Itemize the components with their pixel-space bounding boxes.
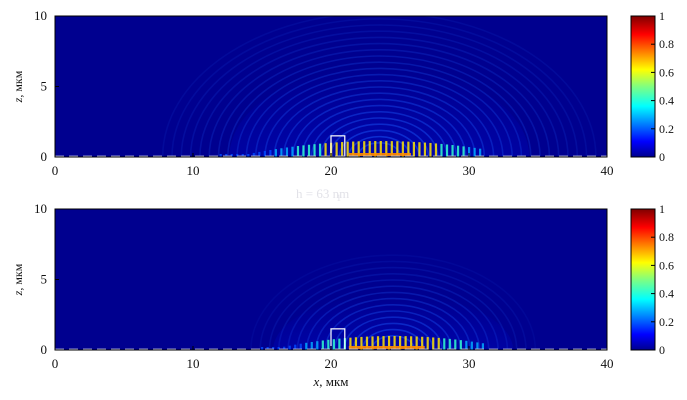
surface-hotspot — [348, 346, 425, 349]
surface-fringe — [327, 339, 330, 350]
surface-fringe — [332, 339, 335, 350]
colorbar-tick-label: 1 — [659, 9, 665, 23]
surface-fringe — [423, 142, 427, 157]
y-axis-label: z, мкм — [11, 263, 25, 296]
surface-fringe — [335, 142, 338, 157]
colorbar-tick-label: 0.6 — [659, 258, 674, 272]
colorbar-tick-label: 0.4 — [659, 287, 674, 301]
annotation-text: h = 63 nm — [296, 186, 349, 201]
colorbar-tick-label: 0.8 — [659, 37, 674, 51]
surface-fringe — [302, 145, 305, 157]
colorbar-tick-label: 0 — [659, 343, 665, 357]
surface-fringe — [285, 147, 289, 157]
surface-fringe — [341, 142, 344, 157]
surface-fringe — [324, 143, 327, 157]
colorbar-tick-label: 0.2 — [659, 122, 674, 136]
surface-fringe — [318, 143, 322, 157]
surface-fringe — [429, 142, 432, 157]
surface-fringe — [316, 341, 319, 350]
figure: 0 10 20 30 400510z, мкм00.20.40.60.81 0 10 20 3… — [11, 8, 674, 389]
surface-fringe — [412, 141, 415, 157]
surface-fringe — [454, 339, 457, 350]
x-tick-label: 10 — [187, 356, 200, 371]
surface-fringe — [440, 143, 443, 157]
y-axis-unit: , мкм — [11, 70, 25, 97]
y-axis-unit: , мкм — [11, 263, 25, 290]
x-tick-label: 40 — [601, 356, 614, 371]
surface-fringe — [346, 141, 349, 157]
colorbar-tick-label: 1 — [659, 202, 665, 216]
annotation-subscript: 1 — [336, 193, 341, 203]
x-tick-label: 0 — [52, 356, 59, 371]
x-tick-label: 30 — [463, 163, 476, 178]
surface-hotspot — [348, 153, 411, 156]
surface-fringe — [274, 149, 277, 157]
surface-fringe — [434, 143, 438, 157]
panel-bottom: 0 10 20 30 40 0 5 10 z, мкм x, мкм 0 0.2 0.4 0.6 0.8 1 — [11, 201, 674, 389]
surface-fringe — [456, 145, 460, 157]
surface-fringe — [443, 338, 446, 350]
colorbar-tick-label: 0.6 — [659, 65, 674, 79]
surface-fringe — [426, 337, 429, 350]
surface-fringe — [321, 340, 324, 350]
y-tick-label: 5 — [41, 79, 48, 94]
surface-fringe — [338, 338, 341, 350]
x-tick-label: 20 — [325, 163, 338, 178]
colorbar-tick-label: 0.2 — [659, 315, 674, 329]
y-tick-label: 5 — [41, 272, 48, 287]
y-tick-label: 10 — [34, 8, 47, 23]
annotation-h1: h = 63 nm 1 — [296, 186, 352, 203]
surface-fringe — [451, 145, 454, 157]
surface-fringe — [313, 144, 316, 157]
x-tick-label: 30 — [463, 356, 476, 371]
surface-fringe — [307, 144, 311, 157]
y-axis-label: z, мкм — [11, 70, 25, 103]
surface-fringe — [437, 337, 440, 350]
surface-fringe — [291, 146, 294, 157]
x-axis-unit: , мкм — [319, 374, 348, 389]
x-axis-label: x, мкм — [312, 374, 348, 389]
y-tick-label: 0 — [41, 342, 48, 357]
surface-fringe — [470, 341, 473, 350]
surface-fringe — [459, 340, 462, 350]
y-tick-label: 10 — [34, 201, 47, 216]
surface-fringe — [432, 337, 435, 350]
surface-fringe — [448, 338, 451, 350]
x-tick-label: 10 — [187, 163, 200, 178]
colorbar-tick-label: 0.8 — [659, 230, 674, 244]
surface-fringe — [462, 146, 465, 157]
surface-fringe — [445, 144, 449, 157]
x-tick-label: 20 — [325, 356, 338, 371]
surface-fringe — [296, 146, 300, 157]
x-tick-label: 40 — [601, 163, 614, 178]
x-tick-label: 0 — [52, 163, 59, 178]
colorbar-tick-label: 0.4 — [659, 94, 674, 108]
colorbar — [630, 208, 656, 351]
colorbar-tick-label: 0 — [659, 150, 665, 164]
y-tick-label: 0 — [41, 149, 48, 164]
colorbar — [630, 15, 656, 158]
surface-fringe — [418, 142, 421, 157]
surface-fringe — [288, 345, 291, 350]
